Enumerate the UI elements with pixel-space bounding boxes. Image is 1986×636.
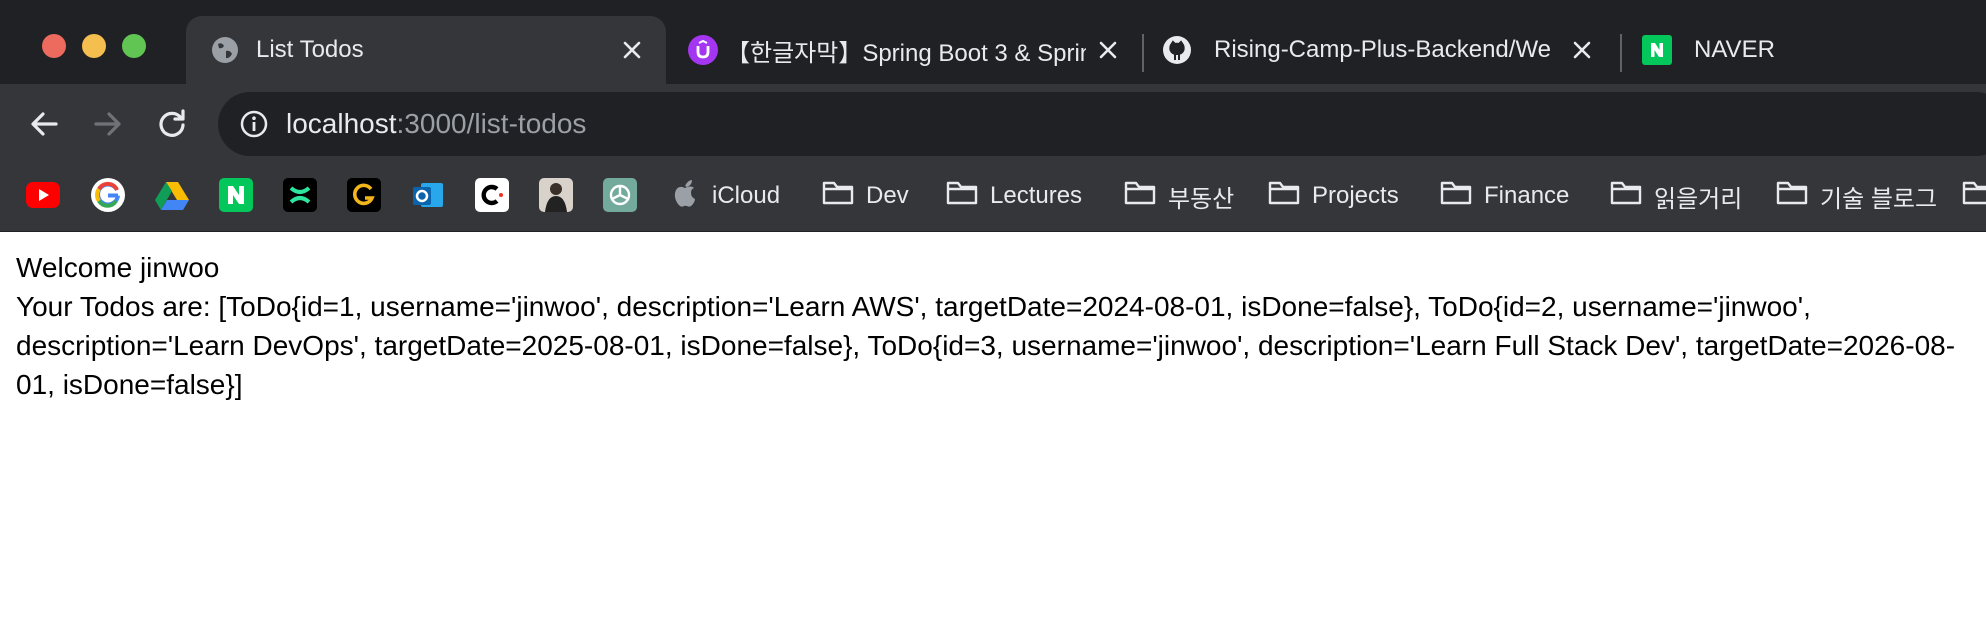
window-close-button[interactable] — [42, 34, 66, 58]
reload-icon — [159, 109, 185, 137]
bookmark-folder-tech-blog[interactable]: 기술 블로그 — [1776, 178, 1937, 214]
arrow-right-icon — [94, 112, 121, 136]
bookmark-folder-overflow[interactable] — [1962, 178, 1986, 214]
tab-github-repo[interactable]: Rising-Camp-Plus-Backend/We — [1162, 16, 1602, 84]
folder-icon — [1440, 180, 1472, 213]
profile-photo-icon[interactable] — [539, 178, 573, 212]
bookmark-folder-finance[interactable]: Finance — [1440, 178, 1569, 214]
c-app-icon[interactable] — [475, 178, 509, 212]
folder-icon — [1962, 180, 1986, 213]
bookmark-label: Lectures — [990, 182, 1083, 209]
bookmark-folder-lectures[interactable]: Lectures — [946, 178, 1082, 214]
window-minimize-button[interactable] — [82, 34, 106, 58]
close-icon[interactable] — [618, 36, 646, 64]
back-button[interactable] — [24, 104, 64, 144]
window-maximize-button[interactable] — [122, 34, 146, 58]
outlook-icon[interactable] — [411, 178, 445, 212]
chatgpt-icon[interactable] — [603, 178, 637, 212]
address-bar[interactable]: localhost:3000/list-todos — [218, 92, 1986, 156]
page-content: Welcome jinwoo Your Todos are: [ToDo{id=… — [16, 248, 1976, 404]
bookmark-label: Finance — [1484, 182, 1570, 209]
naver-icon — [1642, 35, 1672, 65]
tab-title: NAVER — [1694, 36, 1775, 63]
browser-toolbar: localhost:3000/list-todos — [0, 84, 1986, 162]
tab-naver[interactable]: NAVER — [1642, 16, 1942, 84]
url-host: localhost — [286, 108, 397, 139]
naver-icon[interactable] — [219, 178, 253, 212]
tab-spring-boot-course[interactable]: 【한글자막】Spring Boot 3 & Sprin — [684, 16, 1128, 84]
bookmark-icloud[interactable]: iCloud — [670, 178, 780, 214]
google-drive-icon[interactable] — [155, 178, 189, 212]
google-icon[interactable] — [91, 178, 125, 212]
bookmark-folder-dev[interactable]: Dev — [822, 178, 909, 214]
folder-icon — [1610, 180, 1642, 213]
tab-title: List Todos — [256, 36, 364, 63]
tab-separator — [1142, 34, 1144, 72]
arrow-left-icon — [31, 112, 58, 136]
folder-icon — [1776, 180, 1808, 213]
bookmark-label: Projects — [1312, 182, 1399, 209]
tab-title: 【한글자막】Spring Boot 3 & Sprin — [726, 39, 1086, 67]
folder-icon — [1268, 180, 1300, 213]
udemy-icon — [688, 35, 718, 65]
tab-strip: List Todos 【한글자막】Spring Boot 3 & Sprin R… — [0, 0, 1986, 84]
bookmark-label: Dev — [866, 182, 909, 209]
github-icon — [1162, 35, 1192, 65]
green-app-icon[interactable] — [283, 178, 317, 212]
close-icon[interactable] — [1094, 36, 1122, 64]
url-text[interactable]: localhost:3000/list-todos — [286, 108, 586, 140]
bookmark-label: 부동산 — [1168, 185, 1235, 213]
bookmark-folder-real-estate[interactable]: 부동산 — [1124, 178, 1234, 214]
todos-text: Your Todos are: [ToDo{id=1, username='ji… — [16, 291, 1956, 400]
forward-button[interactable] — [88, 104, 128, 144]
tab-title: Rising-Camp-Plus-Backend/We — [1214, 36, 1552, 63]
info-icon[interactable] — [238, 108, 270, 140]
globe-icon — [210, 35, 240, 65]
tab-list-todos[interactable]: List Todos — [186, 16, 666, 84]
url-path: :3000/list-todos — [396, 108, 587, 139]
folder-icon — [946, 180, 978, 213]
bookmark-folder-projects[interactable]: Projects — [1268, 178, 1399, 214]
youtube-icon[interactable] — [26, 178, 60, 212]
bookmark-label: 읽을거리 — [1654, 185, 1743, 213]
bookmark-label: 기술 블로그 — [1820, 185, 1938, 213]
bookmark-label: iCloud — [712, 182, 781, 209]
welcome-text: Welcome jinwoo — [16, 252, 220, 283]
tab-separator — [1620, 34, 1622, 72]
apple-icon — [670, 177, 700, 216]
folder-icon — [822, 180, 854, 213]
folder-icon — [1124, 180, 1156, 213]
g-app-icon[interactable] — [347, 178, 381, 212]
bookmark-folder-reading[interactable]: 읽을거리 — [1610, 178, 1742, 214]
close-icon[interactable] — [1568, 36, 1596, 64]
reload-button[interactable] — [152, 104, 192, 144]
